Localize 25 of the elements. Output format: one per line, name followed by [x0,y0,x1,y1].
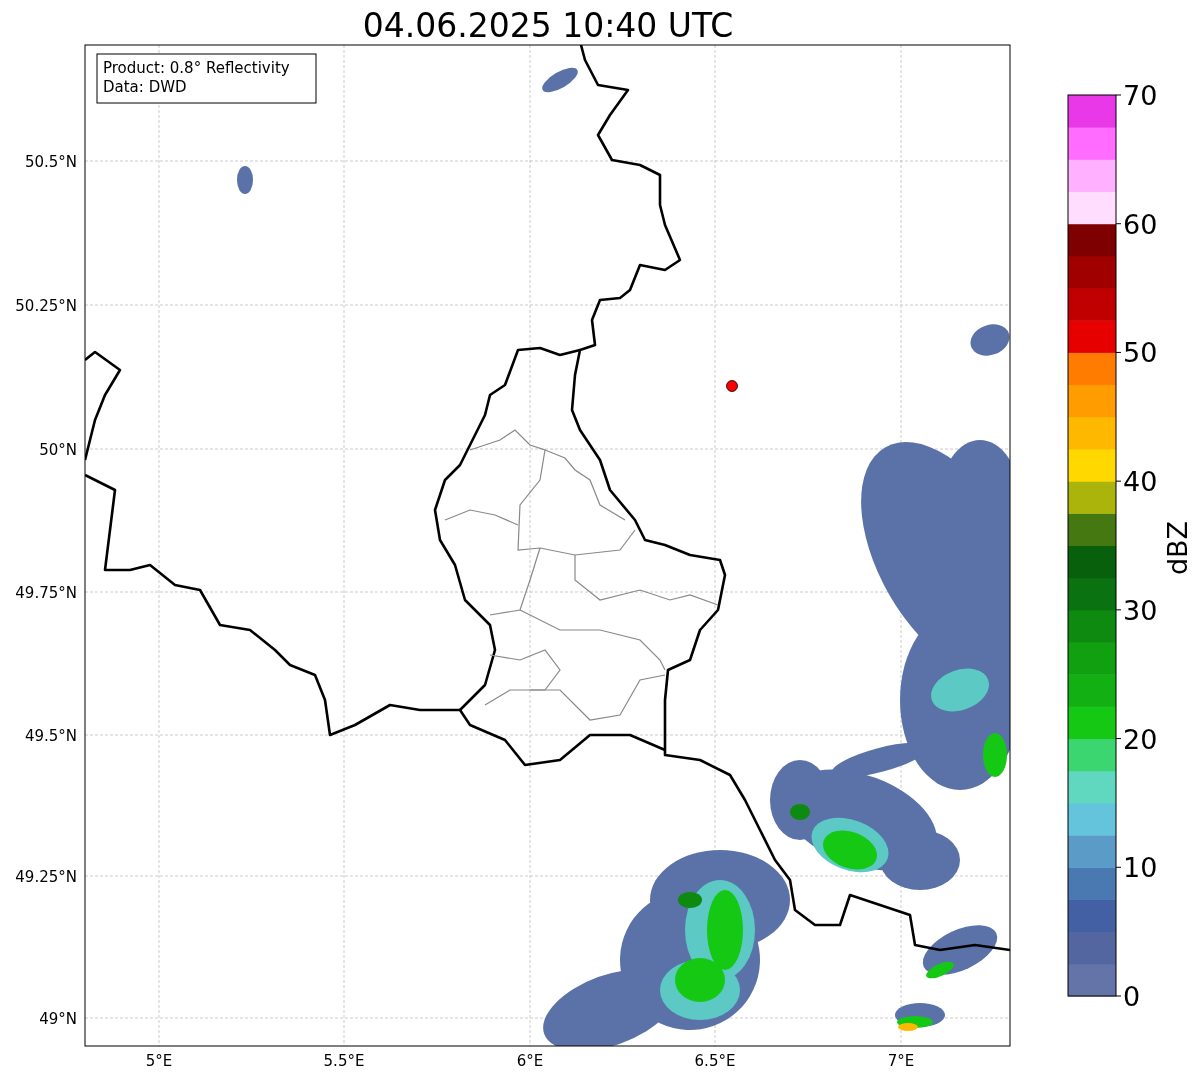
x-tick-label: 5°E [145,1052,173,1070]
y-tick-label: 50°N [39,441,77,459]
colorbar-tick-label: 50 [1123,337,1158,369]
x-tick-label: 6.5°E [694,1052,736,1070]
info-text: Product: 0.8° Reflectivity [103,59,290,77]
y-tick-label: 49.75°N [15,584,77,602]
colorbar-tick-label: 60 [1123,208,1158,240]
info-text: Data: DWD [103,78,187,96]
colorbar-tick-label: 40 [1123,466,1158,498]
x-tick-label: 7°E [887,1052,915,1070]
chart-title: 04.06.2025 10:40 UTC [362,6,734,45]
colorbar-tick-label: 0 [1123,981,1141,1012]
colorbar-tick-label: 20 [1123,723,1158,755]
y-tick-label: 49°N [39,1010,77,1028]
location-marker [726,380,738,392]
colorbar-tick-label: 70 [1123,80,1158,111]
x-tick-label: 6°E [516,1052,544,1070]
colorbar-label: dBZ [1162,520,1193,576]
colorbar-tick-label: 30 [1123,594,1158,626]
y-tick-label: 50.25°N [15,297,77,315]
y-tick-label: 49.5°N [24,727,77,745]
y-tick-label: 49.25°N [15,868,77,886]
x-tick-label: 5.5°E [323,1052,365,1070]
y-tick-label: 50.5°N [24,153,77,171]
colorbar-tick-label: 10 [1123,852,1158,884]
